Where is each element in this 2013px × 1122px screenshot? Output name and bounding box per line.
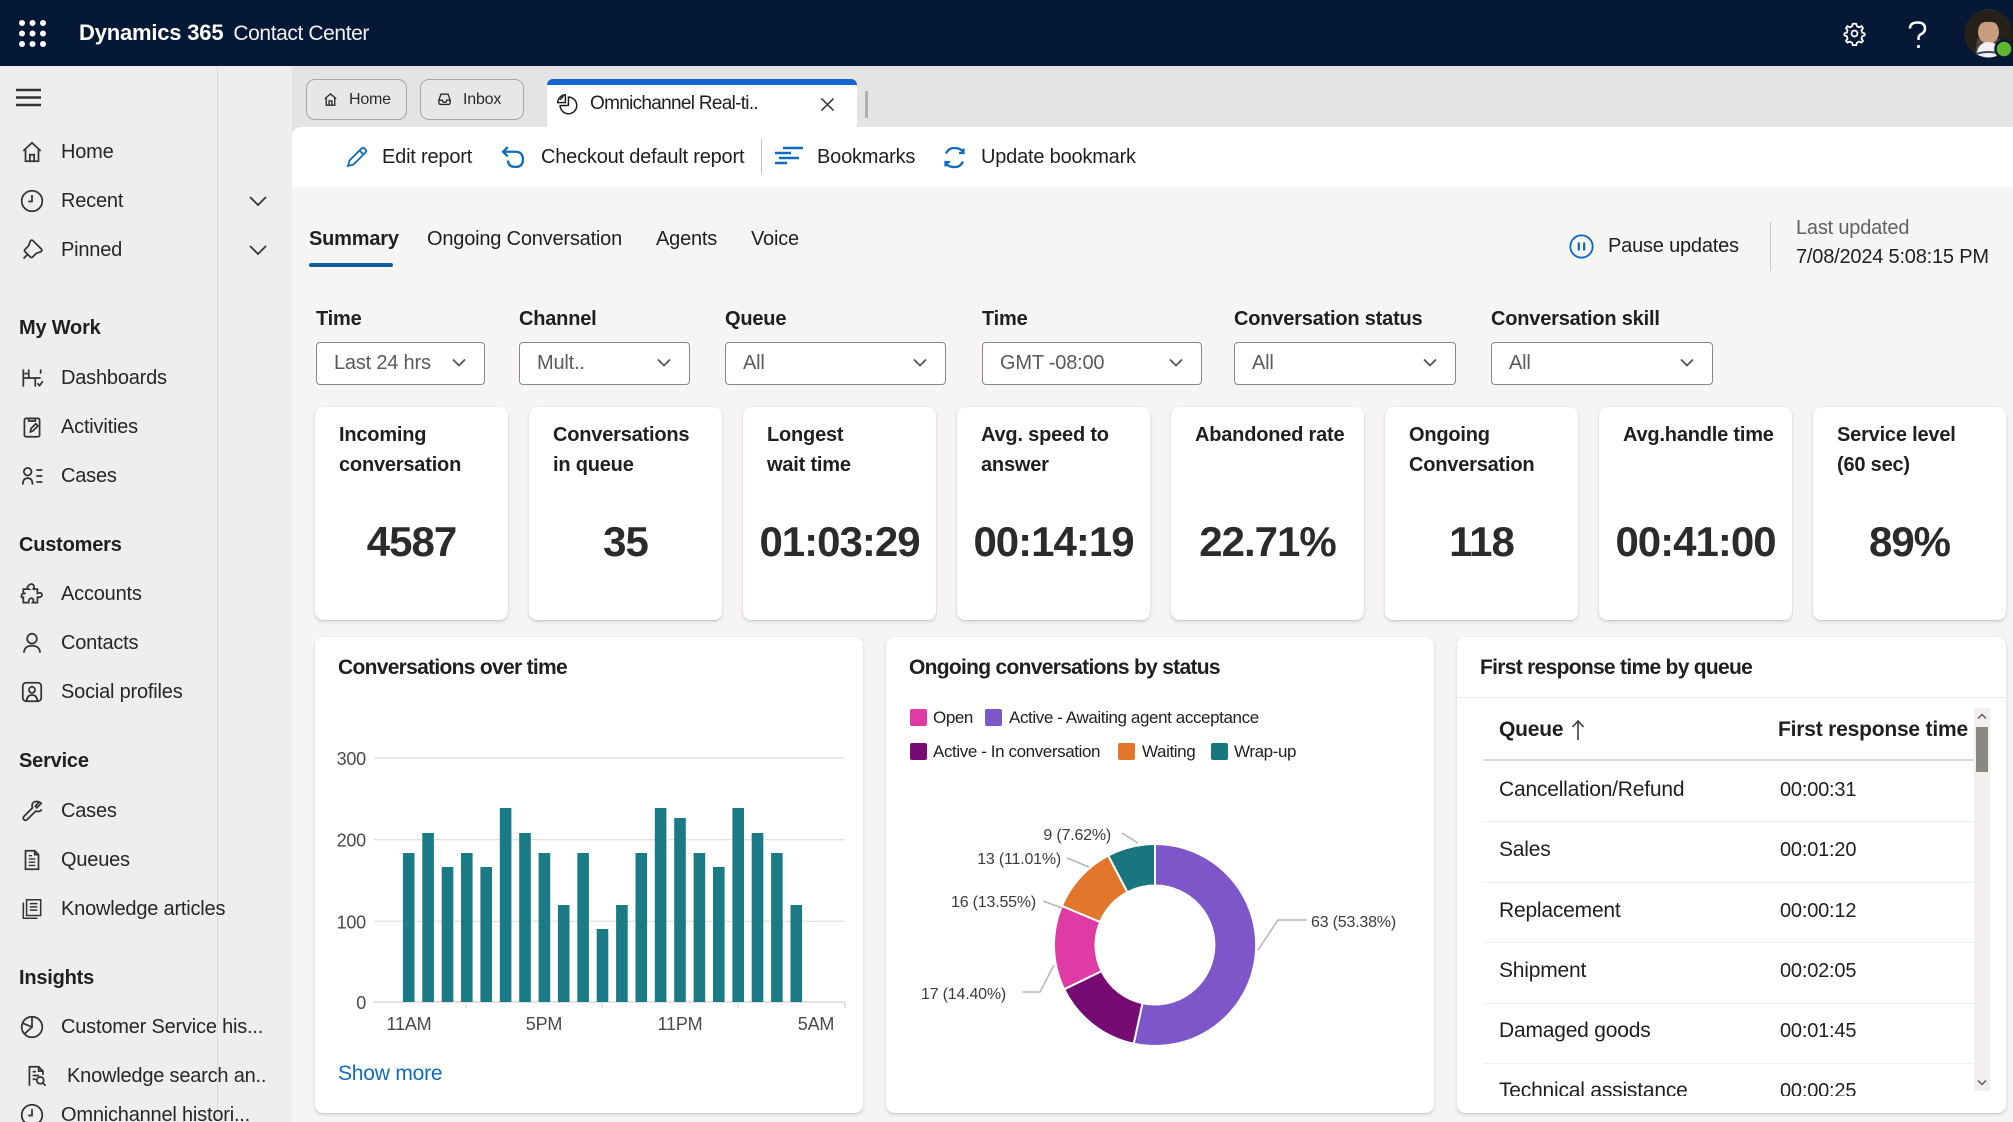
svg-text:9 (7.62%): 9 (7.62%) bbox=[1043, 827, 1111, 844]
svg-text:200: 200 bbox=[337, 831, 367, 851]
svg-text:0: 0 bbox=[356, 993, 366, 1013]
svg-text:300: 300 bbox=[337, 749, 367, 769]
svg-text:13 (11.01%): 13 (11.01%) bbox=[977, 851, 1061, 868]
svg-text:11PM: 11PM bbox=[658, 1014, 703, 1034]
svg-text:5PM: 5PM bbox=[526, 1014, 562, 1034]
svg-text:63 (53.38%): 63 (53.38%) bbox=[1311, 914, 1396, 931]
svg-text:11AM: 11AM bbox=[387, 1014, 432, 1034]
svg-text:16 (13.55%): 16 (13.55%) bbox=[951, 894, 1036, 911]
svg-text:100: 100 bbox=[337, 912, 367, 932]
svg-text:17 (14.40%): 17 (14.40%) bbox=[921, 986, 1006, 1003]
svg-text:5AM: 5AM bbox=[798, 1014, 834, 1034]
